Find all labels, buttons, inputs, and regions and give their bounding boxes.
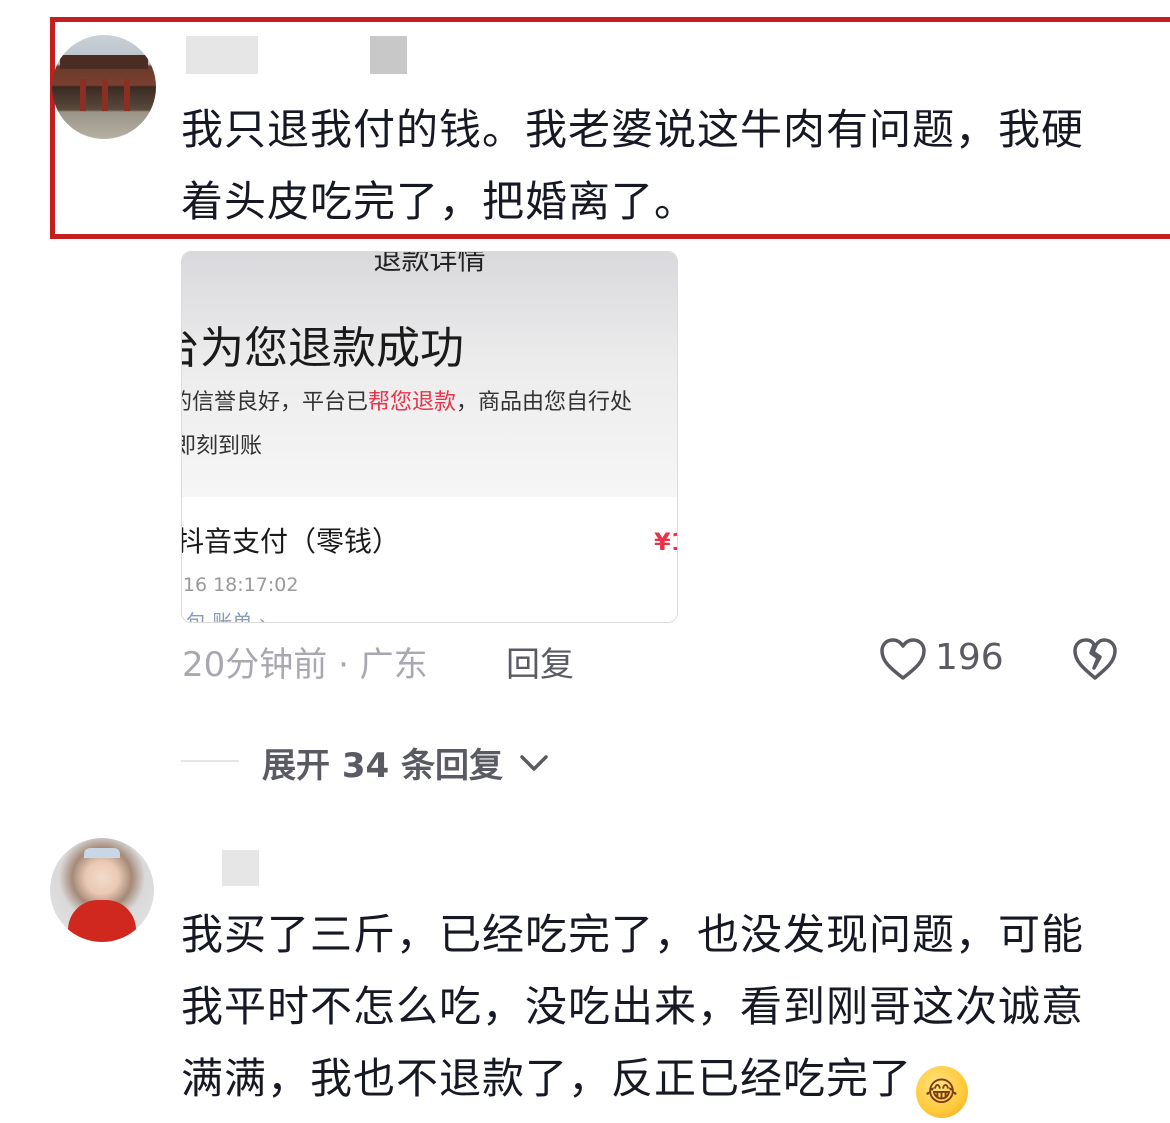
red-dress bbox=[68, 900, 136, 942]
avatar[interactable] bbox=[50, 838, 154, 942]
bill-link: 包 账单 › bbox=[186, 610, 267, 623]
expand-replies-button[interactable]: 展开 34 条回复 bbox=[262, 738, 549, 787]
dislike-button[interactable] bbox=[1071, 636, 1119, 682]
expand-divider bbox=[181, 760, 239, 762]
refund-time: -16 18:17:02 bbox=[181, 574, 299, 596]
temple-pillar bbox=[124, 79, 130, 111]
refund-desc-highlight: 帮您退款 bbox=[368, 390, 457, 415]
comment-text-line3: 满满，我也不退款了，反正已经吃完了 bbox=[181, 1054, 913, 1103]
refund-description-line2: 即刻到账 bbox=[181, 434, 263, 459]
rolling-laughing-emoji-icon: 😂 bbox=[916, 1066, 969, 1118]
comment-text: 我只退我付的钱。我老婆说这牛肉有问题，我硬 着头皮吃完了，把婚离了。 bbox=[181, 94, 1084, 238]
refund-desc-text: 的信誉良好，平台已 bbox=[181, 390, 369, 415]
chevron-down-icon bbox=[520, 755, 548, 771]
expand-replies-label: 展开 34 条回复 bbox=[262, 746, 503, 786]
refund-description: 的信誉良好，平台已帮您退款，商品由您自行处 bbox=[181, 384, 633, 416]
comment-text-line: 我平时不怎么吃，没吃出来，看到刚哥这次诚意 bbox=[181, 982, 1085, 1031]
temple-pillar bbox=[80, 79, 86, 111]
comment-text-line: 我买了三斤，已经吃完了，也没发现问题，可能 bbox=[181, 910, 1085, 959]
like-count: 196 bbox=[935, 637, 1004, 678]
payment-method: 抖音支付（零钱） bbox=[181, 525, 401, 558]
author-badge-redacted bbox=[370, 36, 407, 74]
tiara bbox=[84, 848, 120, 858]
like-button[interactable] bbox=[878, 636, 928, 682]
comment-meta: 20分钟前 · 广东 bbox=[182, 645, 428, 685]
refund-desc-text: ，商品由您自行处 bbox=[456, 390, 633, 415]
refund-header: 退款详情 bbox=[373, 251, 486, 276]
broken-heart-icon bbox=[1073, 638, 1117, 680]
refund-amount: ¥1 bbox=[654, 528, 677, 556]
temple-pillar bbox=[102, 79, 108, 111]
comment-text-line: 着头皮吃完了，把婚离了。 bbox=[181, 177, 698, 226]
avatar[interactable] bbox=[52, 35, 156, 139]
comment-text-line: 满满，我也不退款了，反正已经吃完了 😂 bbox=[181, 1043, 1084, 1118]
username-redacted[interactable] bbox=[186, 36, 258, 74]
comment-text: 我买了三斤，已经吃完了，也没发现问题，可能 我平时不怎么吃，没吃出来，看到刚哥这… bbox=[181, 899, 1084, 1118]
refund-title: 台为您退款成功 bbox=[181, 323, 464, 374]
reply-button[interactable]: 回复 bbox=[506, 637, 574, 686]
temple-roof bbox=[60, 55, 148, 69]
comment-text-line: 我只退我付的钱。我老婆说这牛肉有问题，我硬 bbox=[181, 105, 1085, 154]
username-redacted[interactable] bbox=[222, 850, 259, 886]
heart-icon bbox=[880, 638, 926, 680]
refund-screenshot-attachment[interactable]: 退款详情 台为您退款成功 的信誉良好，平台已帮您退款，商品由您自行处 即刻到账 … bbox=[181, 251, 678, 623]
